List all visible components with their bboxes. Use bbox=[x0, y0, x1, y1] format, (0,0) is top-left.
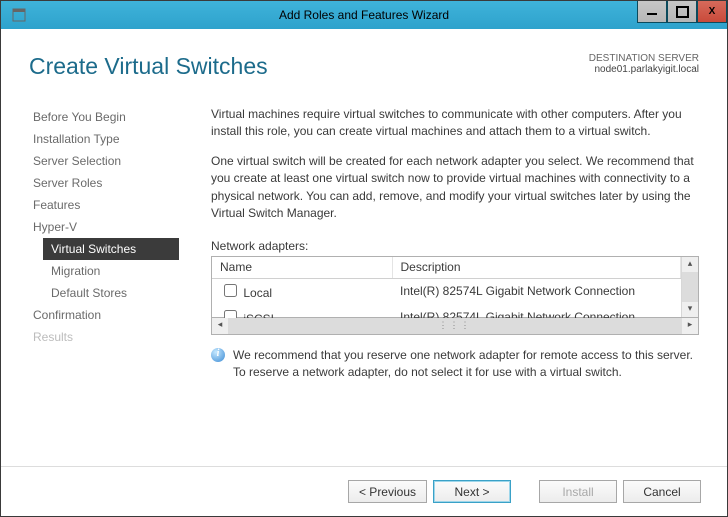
titlebar[interactable]: Add Roles and Features Wizard X bbox=[1, 1, 727, 29]
footer-buttons: < Previous Next > Install Cancel bbox=[1, 466, 727, 516]
step-hyper-v[interactable]: Hyper-V bbox=[29, 216, 179, 238]
window-title: Add Roles and Features Wizard bbox=[1, 8, 727, 22]
info-icon: i bbox=[211, 348, 225, 362]
scroll-thumb[interactable] bbox=[682, 273, 698, 301]
maximize-button[interactable] bbox=[667, 1, 697, 23]
app-icon bbox=[7, 3, 31, 27]
col-desc[interactable]: Description bbox=[392, 257, 681, 279]
step-features[interactable]: Features bbox=[29, 194, 179, 216]
scroll-thumb-h[interactable]: ⋮⋮⋮ bbox=[229, 318, 681, 334]
destination-label: DESTINATION SERVER bbox=[589, 53, 699, 64]
step-migration[interactable]: Migration bbox=[29, 260, 179, 282]
page-title: Create Virtual Switches bbox=[29, 53, 268, 80]
adapters-list: Name Description Local Intel(R) 82574L G… bbox=[211, 256, 699, 318]
header-row: Create Virtual Switches DESTINATION SERV… bbox=[29, 53, 699, 80]
intro-text-2: One virtual switch will be created for e… bbox=[211, 153, 699, 223]
next-button[interactable]: Next > bbox=[433, 480, 511, 503]
cancel-button[interactable]: Cancel bbox=[623, 480, 701, 503]
destination-server: DESTINATION SERVER node01.parlakyigit.lo… bbox=[589, 53, 699, 75]
step-virtual-switches[interactable]: Virtual Switches bbox=[43, 238, 179, 260]
adapter-name: Local bbox=[243, 286, 272, 300]
info-text: We recommend that you reserve one networ… bbox=[233, 347, 699, 382]
horizontal-scrollbar[interactable]: ◂ ⋮⋮⋮ ▸ bbox=[211, 318, 699, 335]
step-installation-type[interactable]: Installation Type bbox=[29, 128, 179, 150]
step-confirmation[interactable]: Confirmation bbox=[29, 304, 179, 326]
vertical-scrollbar[interactable]: ▴ ▾ bbox=[681, 257, 698, 317]
close-button[interactable]: X bbox=[697, 1, 727, 23]
intro-text-1: Virtual machines require virtual switche… bbox=[211, 106, 699, 141]
step-results: Results bbox=[29, 326, 179, 348]
body-row: Before You Begin Installation Type Serve… bbox=[29, 106, 699, 466]
install-button: Install bbox=[539, 480, 617, 503]
scroll-left-icon[interactable]: ◂ bbox=[212, 318, 229, 334]
scroll-down-icon[interactable]: ▾ bbox=[682, 301, 698, 317]
adapter-desc: Intel(R) 82574L Gigabit Network Connecti… bbox=[392, 279, 681, 305]
network-adapters-label: Network adapters: bbox=[211, 238, 699, 255]
main-pane: Virtual machines require virtual switche… bbox=[211, 106, 699, 466]
table-row[interactable]: Local Intel(R) 82574L Gigabit Network Co… bbox=[212, 279, 681, 305]
step-before-you-begin[interactable]: Before You Begin bbox=[29, 106, 179, 128]
window-controls: X bbox=[637, 1, 727, 29]
step-server-roles[interactable]: Server Roles bbox=[29, 172, 179, 194]
wizard-window: Add Roles and Features Wizard X Create V… bbox=[0, 0, 728, 517]
scroll-right-icon[interactable]: ▸ bbox=[681, 318, 698, 334]
adapter-checkbox-local[interactable] bbox=[224, 284, 237, 297]
previous-button[interactable]: < Previous bbox=[348, 480, 427, 503]
destination-value: node01.parlakyigit.local bbox=[589, 64, 699, 75]
scroll-up-icon[interactable]: ▴ bbox=[682, 257, 698, 273]
content-area: Create Virtual Switches DESTINATION SERV… bbox=[1, 29, 727, 466]
steps-sidebar: Before You Begin Installation Type Serve… bbox=[29, 106, 179, 466]
info-message: i We recommend that you reserve one netw… bbox=[211, 347, 699, 382]
minimize-button[interactable] bbox=[637, 1, 667, 23]
col-name[interactable]: Name bbox=[212, 257, 392, 279]
step-server-selection[interactable]: Server Selection bbox=[29, 150, 179, 172]
step-default-stores[interactable]: Default Stores bbox=[29, 282, 179, 304]
